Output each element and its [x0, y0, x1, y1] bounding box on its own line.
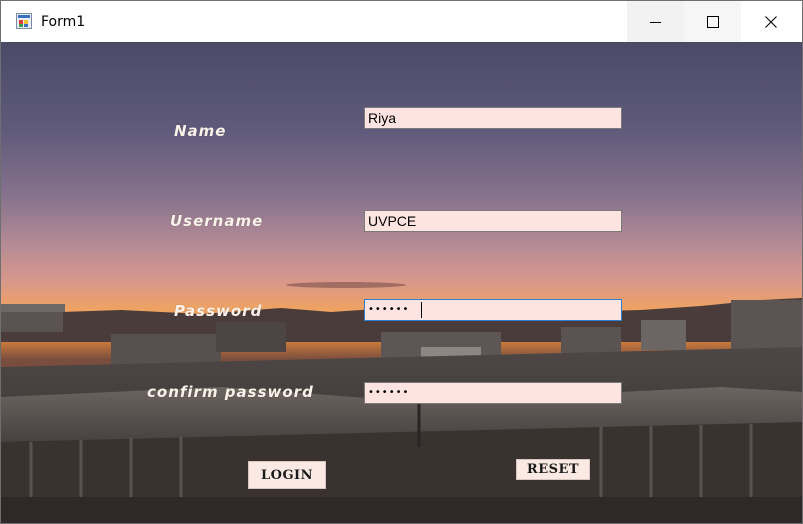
name-label: Name: [174, 122, 227, 140]
winforms-app-icon: [16, 13, 32, 29]
maximize-icon: [706, 15, 719, 28]
name-input[interactable]: Riya: [364, 107, 622, 129]
text-caret: [421, 302, 422, 318]
form-client-area: Name Username Password confirm password …: [1, 42, 802, 523]
password-label: Password: [174, 302, 263, 320]
maximize-button[interactable]: [684, 1, 741, 42]
confirm-password-input[interactable]: ••••••: [364, 382, 622, 404]
minimize-icon: [649, 21, 661, 23]
username-input[interactable]: UVPCE: [364, 210, 622, 232]
close-icon: [764, 15, 777, 28]
close-button[interactable]: [742, 1, 799, 42]
login-button[interactable]: LOGIN: [248, 461, 326, 489]
confirm-password-label: confirm password: [147, 383, 314, 401]
username-label: Username: [170, 212, 264, 230]
minimize-button[interactable]: [627, 1, 684, 42]
confirm-password-masked-value: ••••••: [368, 387, 410, 398]
window-title: Form1: [41, 14, 86, 30]
title-bar[interactable]: Form1: [1, 1, 802, 42]
form-window: Form1 Name Username Password confirm pas…: [0, 0, 803, 524]
password-masked-value: ••••••: [368, 304, 410, 315]
password-input[interactable]: ••••••: [364, 299, 622, 321]
reset-button[interactable]: RESET: [516, 459, 590, 480]
